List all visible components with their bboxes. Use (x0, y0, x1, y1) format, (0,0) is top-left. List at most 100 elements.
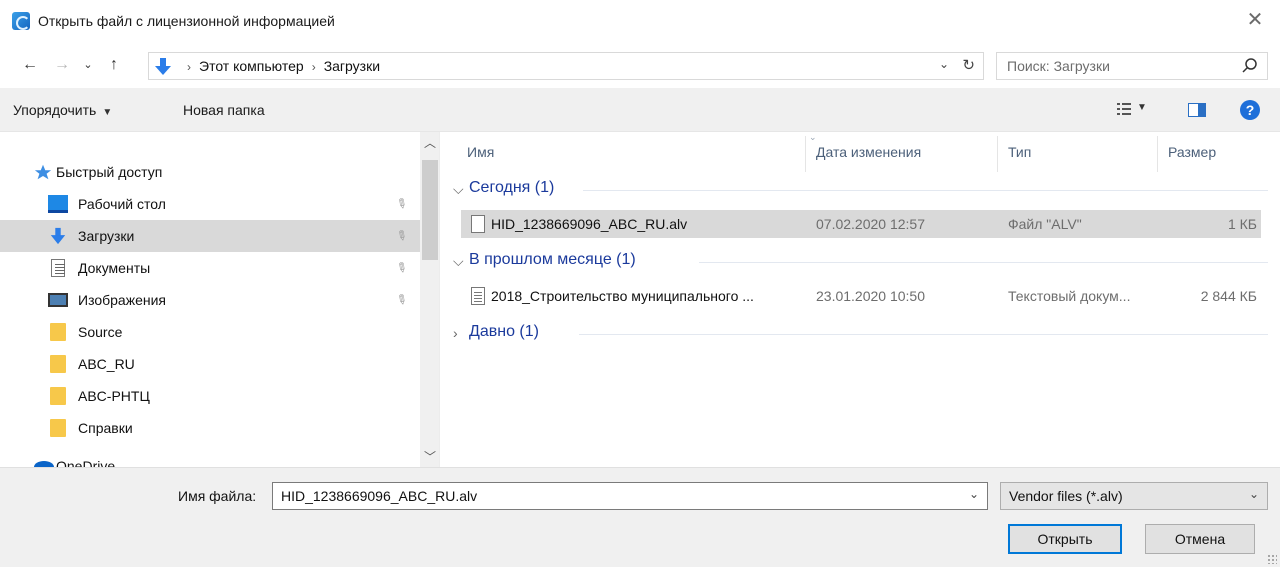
sidebar-item-documents[interactable]: Документы ✎ (0, 252, 420, 284)
column-divider[interactable] (997, 136, 998, 172)
group-label: Сегодня (1) (469, 179, 555, 196)
group-header-long-ago[interactable]: › Давно (1) (453, 322, 1268, 348)
forward-arrow-icon[interactable]: → (52, 54, 72, 76)
group-divider (583, 190, 1268, 191)
back-arrow-icon[interactable]: ← (20, 54, 40, 76)
folder-icon (50, 387, 66, 405)
file-size: 1 КБ (1227, 216, 1257, 232)
sidebar-item-label: Изображения (78, 292, 166, 308)
chevron-down-icon[interactable]: ⌄ (969, 487, 979, 501)
organize-label: Упорядочить (13, 102, 97, 118)
app-icon (12, 12, 30, 30)
sort-chevron-icon: ⌄ (809, 132, 817, 142)
column-header-size[interactable]: Размер (1168, 144, 1216, 160)
new-folder-button[interactable]: Новая папка (183, 102, 265, 118)
sidebar-item-label: Справки (78, 420, 133, 436)
filename-input[interactable]: HID_1238669096_ABC_RU.alv ⌄ (272, 482, 988, 510)
folder-icon (50, 355, 66, 373)
refresh-icon[interactable]: ↻ (962, 56, 975, 74)
group-label: В прошлом месяце (1) (469, 251, 636, 268)
dialog-footer: Имя файла: HID_1238669096_ABC_RU.alv ⌄ V… (0, 467, 1280, 567)
breadcrumb: › Этот компьютер › Загрузки (179, 58, 380, 74)
pictures-icon (48, 293, 68, 307)
file-icon (471, 215, 485, 233)
documents-icon (51, 259, 65, 277)
title-bar: Открыть файл с лицензионной информацией … (0, 0, 1280, 44)
address-bar[interactable]: › Этот компьютер › Загрузки ⌄ ↻ (148, 52, 984, 80)
file-row[interactable]: 2018_Строительство муниципального ... 23… (461, 282, 1261, 310)
file-type: Файл "ALV" (1008, 216, 1082, 232)
file-row[interactable]: HID_1238669096_ABC_RU.alv 07.02.2020 12:… (461, 210, 1261, 238)
chevron-down-icon: ⌵ (453, 253, 464, 269)
file-type-filter-select[interactable]: Vendor files (*.alv) ⌄ (1000, 482, 1268, 510)
search-input[interactable]: Поиск: Загрузки (996, 52, 1268, 80)
file-type-filter-value: Vendor files (*.alv) (1009, 488, 1123, 504)
column-header-name[interactable]: Имя (467, 144, 494, 160)
scroll-down-chevron-icon[interactable]: ﹀ (424, 448, 436, 465)
file-date: 07.02.2020 12:57 (816, 216, 925, 232)
chevron-right-icon: › (453, 325, 458, 341)
breadcrumb-item-this-pc[interactable]: Этот компьютер (199, 58, 304, 74)
column-header-type[interactable]: Тип (1008, 144, 1031, 160)
filename-value: HID_1238669096_ABC_RU.alv (281, 488, 478, 504)
navigation-pane: Быстрый доступ Рабочий стол ✎ Загрузки ✎… (0, 132, 440, 467)
command-toolbar: Упорядочить ▼ Новая папка ▼ ? (0, 88, 1280, 132)
up-arrow-icon[interactable]: ↑ (104, 54, 124, 76)
sidebar-item-source[interactable]: Source (0, 316, 420, 348)
sidebar-item-quick-access[interactable]: Быстрый доступ (0, 156, 420, 188)
column-header-date[interactable]: Дата изменения (816, 144, 921, 160)
sidebar-item-references[interactable]: Справки (0, 412, 420, 444)
view-options-caret-icon[interactable]: ▼ (1137, 102, 1147, 113)
sidebar-item-desktop[interactable]: Рабочий стол ✎ (0, 188, 420, 220)
resize-grip-icon[interactable] (1267, 554, 1277, 564)
pin-icon: ✎ (392, 258, 411, 277)
file-name: HID_1238669096_ABC_RU.alv (491, 216, 688, 232)
search-placeholder: Поиск: Загрузки (1007, 58, 1110, 74)
column-divider[interactable] (1157, 136, 1158, 172)
desktop-icon (48, 195, 68, 213)
text-file-icon (471, 287, 485, 305)
group-divider (579, 334, 1268, 335)
sidebar-item-abc-rntc[interactable]: ABC-РНТЦ (0, 380, 420, 412)
column-divider[interactable] (805, 136, 806, 172)
folder-icon (50, 419, 66, 437)
cancel-button[interactable]: Отмена (1145, 524, 1255, 554)
sidebar-item-pictures[interactable]: Изображения ✎ (0, 284, 420, 316)
sidebar-item-downloads[interactable]: Загрузки ✎ (0, 220, 420, 252)
close-icon[interactable]: ✕ (1244, 9, 1266, 31)
group-header-last-month[interactable]: ⌵ В прошлом месяце (1) (453, 250, 1268, 276)
sidebar-item-label: Загрузки (78, 228, 135, 244)
file-list: Имя ⌄ Дата изменения Тип Размер ⌵ Сегодн… (441, 132, 1280, 467)
group-label: Давно (1) (469, 323, 539, 340)
breadcrumb-separator-icon: › (311, 60, 316, 74)
sidebar-item-onedrive[interactable]: OneDrive (0, 450, 420, 467)
file-size: 2 844 КБ (1200, 288, 1257, 304)
sidebar-scrollbar[interactable]: ︿ ﹀ (420, 132, 439, 467)
search-icon (1242, 58, 1257, 73)
address-dropdown-chevron-icon[interactable]: ⌄ (939, 57, 949, 71)
sidebar-item-label: Рабочий стол (78, 196, 166, 212)
downloads-icon (155, 58, 171, 75)
group-divider (699, 262, 1268, 263)
pin-icon: ✎ (392, 226, 411, 245)
view-options-icon[interactable] (1117, 102, 1131, 116)
star-icon (34, 164, 52, 180)
sidebar-item-label: ABC_RU (78, 356, 135, 372)
scrollbar-thumb[interactable] (422, 160, 438, 260)
scroll-up-chevron-icon[interactable]: ︿ (424, 134, 436, 151)
organize-button[interactable]: Упорядочить ▼ (13, 102, 112, 118)
downloads-icon (50, 227, 66, 245)
sidebar-item-label: ABC-РНТЦ (78, 388, 150, 404)
help-icon[interactable]: ? (1240, 100, 1260, 120)
sidebar-item-label: OneDrive (56, 458, 116, 467)
file-date: 23.01.2020 10:50 (816, 288, 925, 304)
folder-icon (50, 323, 66, 341)
preview-pane-icon[interactable] (1188, 103, 1206, 117)
sidebar-item-abc-ru[interactable]: ABC_RU (0, 348, 420, 380)
group-header-today[interactable]: ⌵ Сегодня (1) (453, 178, 1268, 204)
breadcrumb-item-downloads[interactable]: Загрузки (324, 58, 380, 74)
open-button[interactable]: Открыть (1008, 524, 1122, 554)
pin-icon: ✎ (392, 194, 411, 213)
chevron-down-icon: ⌵ (453, 181, 464, 197)
recent-locations-chevron-icon[interactable]: ⌄ (78, 54, 98, 76)
